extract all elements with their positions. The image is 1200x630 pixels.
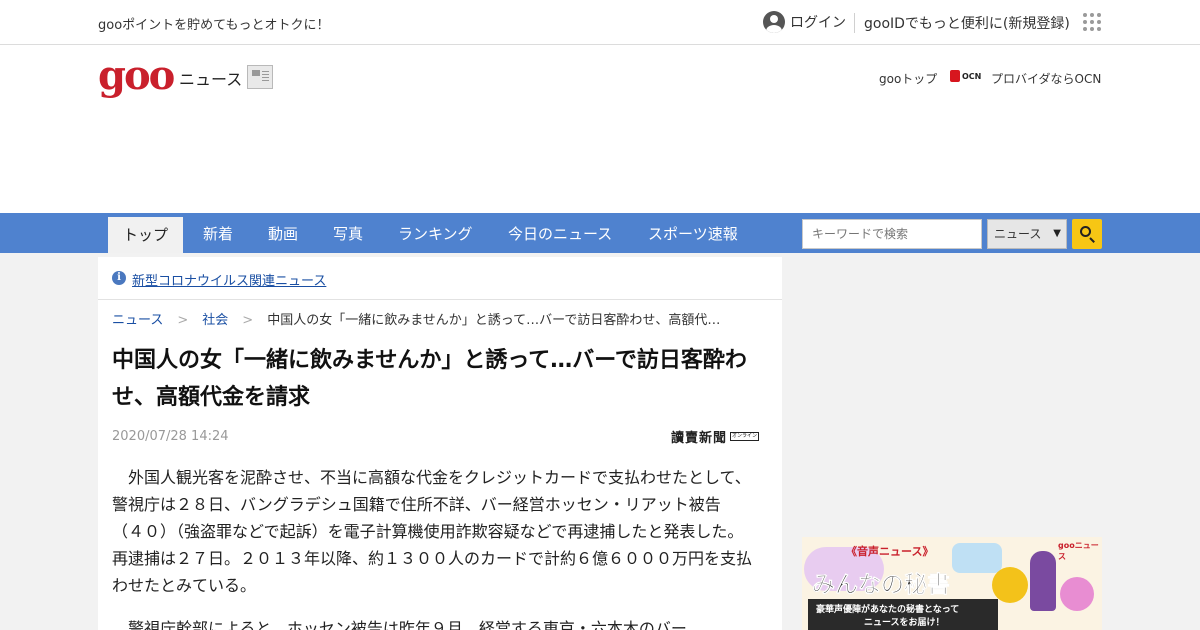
breadcrumb-news[interactable]: ニュース (112, 313, 163, 328)
search-button[interactable] (1072, 219, 1102, 249)
divider (854, 13, 855, 33)
login-label: ログイン (790, 15, 846, 31)
section-title[interactable]: ニュース (179, 66, 242, 90)
nav-tab-new[interactable]: 新着 (203, 213, 233, 253)
ad-subtitle: 豪華声優陣があなたの秘書となって (816, 605, 960, 615)
goo-top-link[interactable]: gooトップ (879, 70, 937, 87)
ad-title: みんなの秘書 (812, 572, 951, 599)
nav-tab-top[interactable]: トップ (108, 217, 183, 253)
search-scope-select[interactable]: ニュース ▼ (987, 219, 1067, 249)
article-paragraph: 外国人観光客を泥酔させ、不当に高額な代金をクレジットカードで支払わせたとして、警… (112, 468, 753, 595)
ad-subtitle: ニュースをお届け！ (864, 618, 945, 628)
covid-news-link[interactable]: 新型コロナウイルス関連ニュース (132, 270, 326, 289)
breadcrumb-society[interactable]: 社会 (202, 313, 228, 328)
ad-brand: gooニュース (1058, 541, 1099, 561)
character-illustration (1060, 577, 1094, 611)
publish-date: 2020/07/28 14:24 (112, 429, 229, 444)
breadcrumb: ニュース > 社会 > 中国人の女「一緒に飲みませんか」と誘って…バーで訪日客酔わせ、高… (112, 313, 721, 328)
goo-logo[interactable]: goo (98, 56, 175, 96)
sidebar-ad-banner[interactable]: 《音声ニュース》 みんなの秘書 豪華声優陣があなたの秘書となって ニュースをお届… (802, 537, 1102, 630)
nav-tab-ranking[interactable]: ランキング (398, 213, 473, 253)
article-headline: 中国人の女「一緒に飲みませんか」と誘って…バーで訪日客酔わせ、高額代金を請求 (112, 348, 747, 410)
character-illustration (1030, 551, 1056, 611)
article-paragraph: 警視庁幹部によると、ホッセン被告は昨年９月、経営する東京・六本木のバー (128, 619, 687, 630)
source-tag: オンライン (730, 431, 760, 441)
character-illustration (992, 567, 1028, 603)
nav-tab-photo[interactable]: 写真 (333, 213, 363, 253)
ocn-mark-text: OCN (962, 71, 982, 81)
breadcrumb-current: 中国人の女「一緒に飲みませんか」と誘って…バーで訪日客酔わせ、高額代… (267, 313, 721, 328)
register-link[interactable]: gooIDでもっと便利に(新規登録) (864, 13, 1070, 33)
apps-grid-icon[interactable] (1083, 13, 1101, 31)
user-icon (763, 11, 785, 33)
search-icon (1080, 226, 1091, 237)
top-bar: gooポイントを貯めてもっとオトクに！ ログイン gooIDでもっと便利に(新規… (0, 0, 1200, 45)
source-name: 讀賣新聞 (671, 430, 728, 446)
search-input[interactable] (802, 219, 982, 249)
nav-tab-video[interactable]: 動画 (268, 213, 298, 253)
covid-notice: i 新型コロナウイルス関連ニュース (98, 257, 782, 300)
ad-badge: 《音声ニュース》 (846, 545, 934, 558)
ocn-link[interactable]: プロバイダならOCN (991, 70, 1101, 87)
login-button[interactable]: ログイン (763, 10, 846, 34)
yomiuri-logo[interactable]: 讀賣新聞 オンライン (671, 428, 760, 446)
dropdown-arrow-icon: ▼ (1053, 228, 1061, 239)
nav-tab-today[interactable]: 今日のニュース (508, 213, 612, 253)
nav-tab-sports[interactable]: スポーツ速報 (648, 213, 738, 253)
info-icon: i (112, 271, 126, 285)
points-promo-link[interactable]: gooポイントを貯めてもっとオトクに！ (98, 14, 330, 33)
search-scope-value: ニュース (994, 227, 1042, 241)
newspaper-icon (247, 65, 273, 89)
ocn-logo-icon[interactable]: OCN (950, 68, 988, 84)
